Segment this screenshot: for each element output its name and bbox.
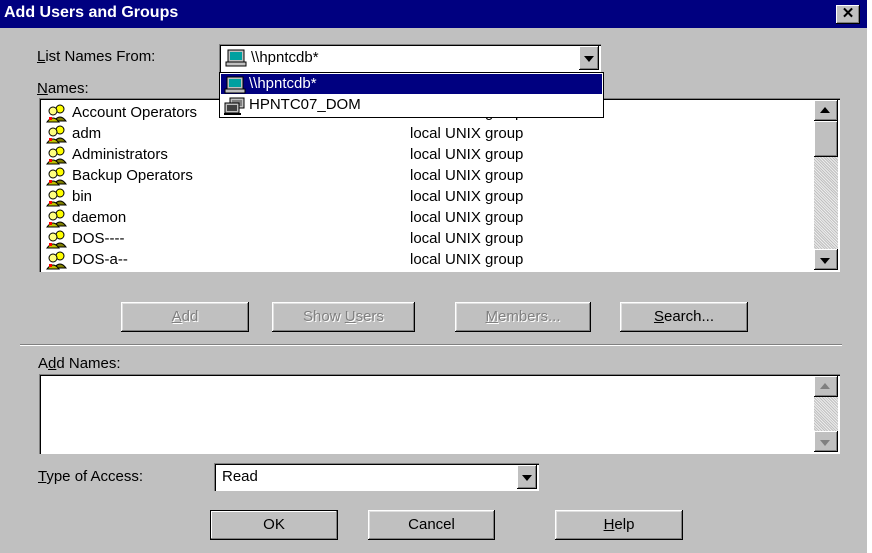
search-button[interactable]: Search... <box>620 302 748 332</box>
show-users-button[interactable]: Show Users <box>272 302 415 332</box>
chevron-down-icon <box>820 257 830 264</box>
add-names-scrollbar[interactable] <box>814 376 838 452</box>
type-of-access-label: Type of Access: <box>38 468 144 485</box>
computer-icon <box>225 49 247 67</box>
close-button[interactable]: ✕ <box>836 5 860 24</box>
separator <box>20 344 842 346</box>
chevron-up-icon <box>820 106 830 113</box>
group-icon <box>45 229 69 249</box>
scroll-up-button[interactable] <box>814 100 838 121</box>
group-icon <box>45 166 69 186</box>
type-of-access-select[interactable]: Read <box>214 463 539 491</box>
list-names-from-value: \\hpntcdb* <box>251 49 319 66</box>
add-names-textarea[interactable] <box>39 374 840 454</box>
scroll-up-button[interactable] <box>814 376 838 397</box>
chevron-down-icon <box>820 439 830 446</box>
list-item[interactable]: adm local UNIX group <box>45 124 805 144</box>
dropdown-option[interactable]: \\hpntcdb* <box>221 74 602 94</box>
window-title: Add Users and Groups <box>4 4 179 21</box>
scroll-down-button[interactable] <box>814 249 838 270</box>
add-users-groups-dialog: Add Users and Groups ✕ List Names From: … <box>0 0 867 553</box>
group-icon <box>45 250 69 270</box>
cancel-button[interactable]: Cancel <box>368 510 495 540</box>
computer-icon <box>224 76 246 94</box>
list-item[interactable]: Backup Operators local UNIX group <box>45 166 805 186</box>
list-names-from-dropdown-list: \\hpntcdb* HPNTC07_DOM <box>219 72 604 118</box>
ok-button[interactable]: OK <box>210 510 338 540</box>
list-names-from-dropdown-button[interactable] <box>579 46 599 70</box>
names-listbox[interactable]: Account Operators local UNIX group adm l… <box>39 98 840 272</box>
names-label: Names: <box>37 80 89 97</box>
list-names-from-label: List Names From: <box>37 48 156 65</box>
add-names-label: Add Names: <box>38 355 121 372</box>
group-icon <box>45 145 69 165</box>
chevron-up-icon <box>820 382 830 389</box>
list-item[interactable]: daemon local UNIX group <box>45 208 805 228</box>
list-item[interactable]: bin local UNIX group <box>45 187 805 207</box>
group-icon <box>45 208 69 228</box>
list-item[interactable]: DOS-a-- local UNIX group <box>45 250 805 270</box>
domain-icon <box>224 97 246 115</box>
type-of-access-value: Read <box>222 468 258 485</box>
add-button[interactable]: Add <box>121 302 249 332</box>
help-button[interactable]: Help <box>555 510 683 540</box>
list-item[interactable]: Administrators local UNIX group <box>45 145 805 165</box>
group-icon <box>45 124 69 144</box>
chevron-down-icon <box>522 475 532 481</box>
type-of-access-dropdown-button[interactable] <box>517 465 537 489</box>
dropdown-option[interactable]: HPNTC07_DOM <box>221 95 602 115</box>
title-bar[interactable]: Add Users and Groups ✕ <box>0 0 867 28</box>
list-names-from-combo[interactable]: \\hpntcdb* <box>219 44 601 72</box>
group-icon <box>45 103 69 123</box>
names-scrollbar[interactable] <box>814 100 838 270</box>
group-icon <box>45 187 69 207</box>
list-item[interactable]: DOS---- local UNIX group <box>45 229 805 249</box>
close-icon: ✕ <box>841 5 855 22</box>
scroll-thumb[interactable] <box>814 121 838 157</box>
scroll-down-button[interactable] <box>814 431 838 452</box>
chevron-down-icon <box>584 56 594 62</box>
members-button[interactable]: Members... <box>455 302 591 332</box>
